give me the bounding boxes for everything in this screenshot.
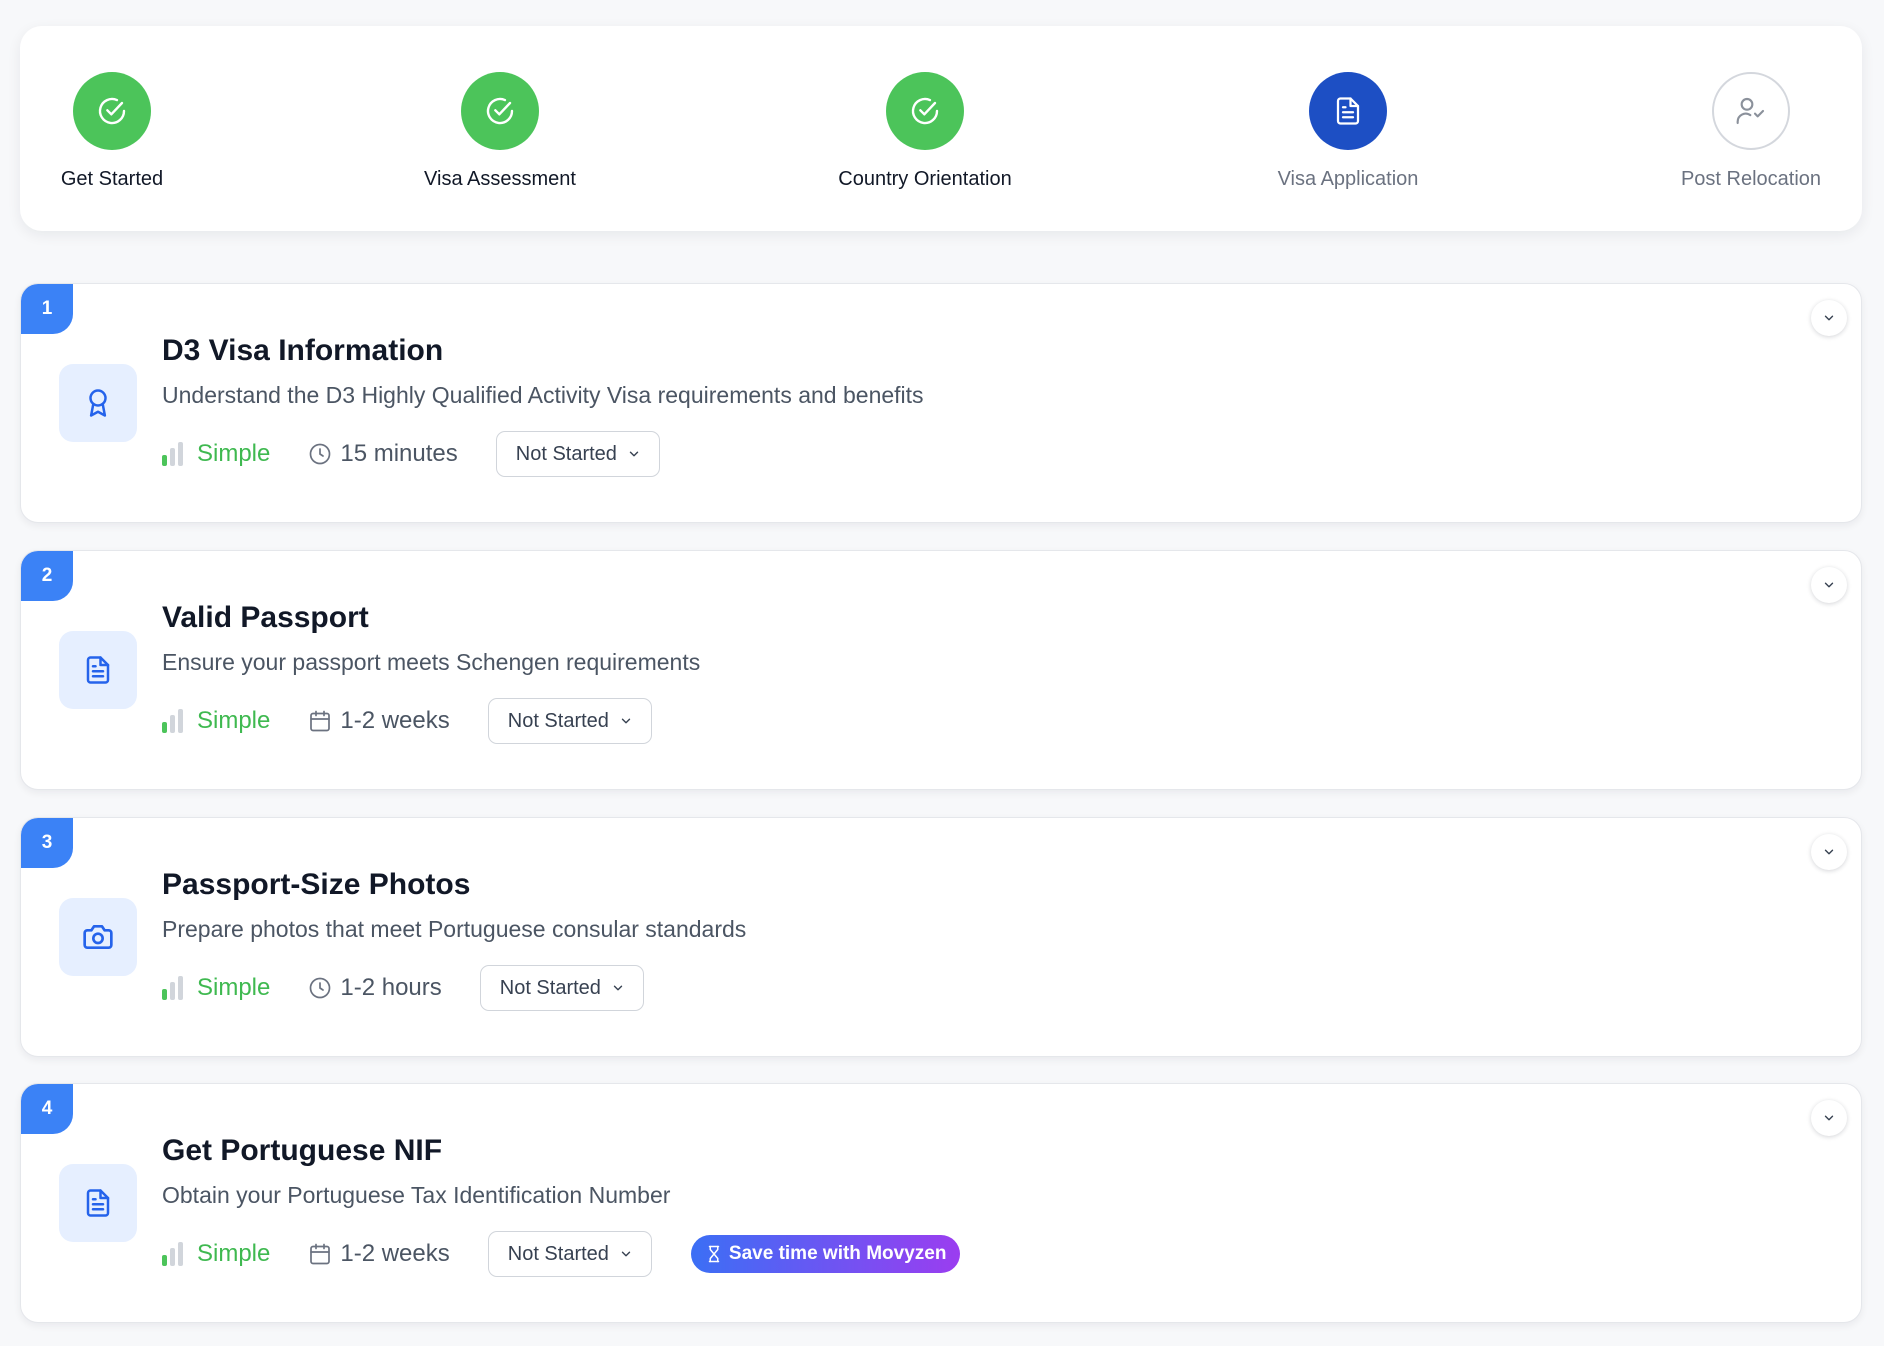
task-card-passport-size-photos[interactable]: 3 Passport-Size Photos Prepare photos th…: [20, 817, 1862, 1057]
status-dropdown[interactable]: Not Started: [479, 965, 644, 1011]
user-check-icon: [1712, 72, 1790, 150]
expand-toggle-button[interactable]: [1811, 567, 1847, 603]
document-icon: [1309, 72, 1387, 150]
chevron-down-icon: [621, 1251, 631, 1257]
task-title: D3 Visa Information: [162, 334, 444, 367]
hourglass-icon: [708, 1245, 720, 1263]
task-title: Passport-Size Photos: [162, 868, 471, 901]
task-number-badge: 3: [21, 818, 73, 868]
signal-bars-icon: [162, 709, 183, 733]
status-value: Not Started: [499, 976, 601, 999]
step-label: Country Orientation: [838, 168, 1012, 190]
chevron-down-icon: [1824, 315, 1834, 321]
step-post-relocation[interactable]: Post Relocation: [1631, 72, 1871, 192]
chevron-down-icon: [1824, 1115, 1834, 1121]
chevron-down-icon: [1824, 582, 1834, 588]
task-description: Obtain your Portuguese Tax Identificatio…: [162, 1182, 671, 1208]
camera-icon: [59, 898, 137, 976]
duration-indicator: 15 minutes: [308, 440, 458, 468]
calendar-icon: [310, 1243, 331, 1265]
task-title: Get Portuguese NIF: [162, 1134, 443, 1167]
step-country-orientation[interactable]: Country Orientation: [805, 72, 1045, 192]
status-value: Not Started: [507, 1242, 609, 1265]
signal-bars-icon: [162, 976, 183, 1000]
step-get-started[interactable]: Get Started: [0, 72, 232, 192]
task-title: Valid Passport: [162, 601, 369, 634]
document-icon: [59, 1164, 137, 1242]
chevron-down-icon: [621, 718, 631, 724]
status-value: Not Started: [507, 709, 609, 732]
save-time-with-movyzen-button[interactable]: Save time with Movyzen: [690, 1235, 961, 1273]
chevron-down-icon: [629, 451, 639, 457]
task-meta: Simple 1-2 weeks Not Started: [162, 697, 652, 745]
duration-indicator: 1-2 hours: [308, 974, 442, 1002]
chevron-down-icon: [1824, 849, 1834, 855]
check-circle-icon: [461, 72, 539, 150]
document-icon: [59, 631, 137, 709]
step-label: Post Relocation: [1680, 168, 1822, 190]
visa-application-page: Get Started Visa Assessment Country Orie…: [0, 0, 1884, 1346]
task-number-badge: 4: [21, 1084, 73, 1134]
step-label: Visa Application: [1277, 168, 1419, 190]
expand-toggle-button[interactable]: [1811, 300, 1847, 336]
duration-indicator: 1-2 weeks: [308, 1240, 450, 1268]
task-card-valid-passport[interactable]: 2 Valid Passport Ensure your passport me…: [20, 550, 1862, 790]
task-card-d3-visa-information[interactable]: 1 D3 Visa Information Understand the D3 …: [20, 283, 1862, 523]
step-visa-application[interactable]: Visa Application: [1228, 72, 1468, 192]
progress-stepper: Get Started Visa Assessment Country Orie…: [20, 26, 1862, 231]
status-dropdown[interactable]: Not Started: [495, 431, 660, 477]
task-description: Prepare photos that meet Portuguese cons…: [162, 916, 747, 942]
expand-toggle-button[interactable]: [1811, 834, 1847, 870]
chevron-down-icon: [613, 985, 623, 991]
difficulty-indicator: Simple: [162, 707, 270, 735]
step-visa-assessment[interactable]: Visa Assessment: [380, 72, 620, 192]
step-label: Visa Assessment: [424, 168, 576, 190]
status-dropdown[interactable]: Not Started: [487, 698, 652, 744]
status-value: Not Started: [515, 442, 617, 465]
difficulty-indicator: Simple: [162, 440, 270, 468]
step-label: Get Started: [60, 168, 164, 190]
difficulty-label: Simple: [197, 707, 271, 734]
award-icon: [59, 364, 137, 442]
duration-label: 1-2 weeks: [340, 1240, 450, 1267]
difficulty-indicator: Simple: [162, 1240, 270, 1268]
task-meta: Simple 15 minutes Not Started: [162, 430, 660, 478]
difficulty-label: Simple: [197, 974, 271, 1001]
task-number-badge: 1: [21, 284, 73, 334]
task-description: Understand the D3 Highly Qualified Activ…: [162, 382, 924, 408]
difficulty-indicator: Simple: [162, 974, 270, 1002]
check-circle-icon: [886, 72, 964, 150]
promo-label: Save time with Movyzen: [728, 1243, 947, 1264]
task-meta: Simple 1-2 weeks Not Started Save time w…: [162, 1230, 961, 1278]
task-meta: Simple 1-2 hours Not Started: [162, 964, 644, 1012]
task-description: Ensure your passport meets Schengen requ…: [162, 649, 701, 675]
status-dropdown[interactable]: Not Started: [487, 1231, 652, 1277]
check-circle-icon: [73, 72, 151, 150]
calendar-icon: [310, 710, 331, 732]
duration-label: 15 minutes: [340, 440, 458, 467]
signal-bars-icon: [162, 1242, 183, 1266]
task-number-badge: 2: [21, 551, 73, 601]
duration-label: 1-2 weeks: [340, 707, 450, 734]
difficulty-label: Simple: [197, 1240, 271, 1267]
clock-icon: [310, 443, 331, 465]
clock-icon: [310, 977, 331, 999]
difficulty-label: Simple: [197, 440, 271, 467]
task-card-get-portuguese-nif[interactable]: 4 Get Portuguese NIF Obtain your Portugu…: [20, 1083, 1862, 1323]
duration-indicator: 1-2 weeks: [308, 707, 450, 735]
expand-toggle-button[interactable]: [1811, 1100, 1847, 1136]
signal-bars-icon: [162, 442, 183, 466]
duration-label: 1-2 hours: [340, 974, 442, 1001]
